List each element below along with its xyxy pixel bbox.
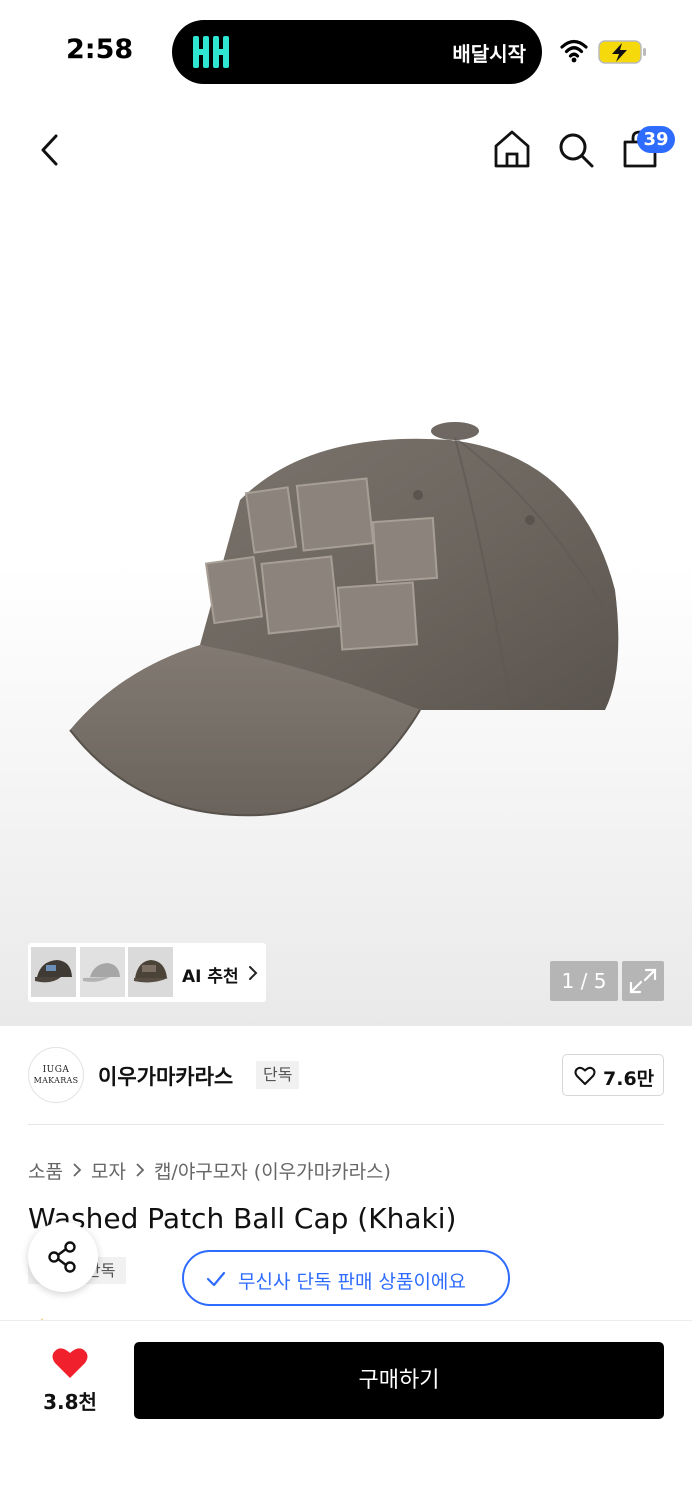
product-title: Washed Patch Ball Cap (Khaki) (28, 1202, 457, 1235)
breadcrumb-item[interactable]: 소품 (28, 1157, 63, 1184)
exclusive-notice[interactable]: 무신사 단독 판매 상품이에요 (182, 1250, 510, 1306)
brand-logo[interactable]: IUGA MAKARAS (28, 1047, 84, 1103)
status-bar: 2:58 배달시작 (0, 0, 692, 100)
check-icon (206, 1271, 226, 1287)
page-indicator: 1 / 5 (550, 961, 618, 1001)
exclusive-notice-text: 무신사 단독 판매 상품이에요 (238, 1271, 466, 1293)
chevron-right-icon (73, 1163, 82, 1177)
like-count: 3.8천 (43, 1390, 97, 1414)
home-icon[interactable] (492, 128, 532, 170)
brand-name[interactable]: 이우가마카라스 (98, 1061, 233, 1091)
expand-button[interactable] (622, 961, 664, 1001)
ai-recommend-label: AI 추천 (182, 967, 239, 987)
cart-count-badge[interactable]: 39 (637, 126, 675, 153)
ai-thumb-3[interactable] (128, 947, 173, 997)
chevron-right-icon (249, 966, 258, 980)
ai-recommend-strip[interactable]: AI 추천 (28, 943, 266, 1002)
ai-thumb-2[interactable] (80, 947, 125, 997)
breadcrumb-item[interactable]: 모자 (91, 1157, 126, 1184)
back-icon[interactable] (34, 130, 66, 170)
brand-logo-line2: MAKARAS (33, 1076, 79, 1085)
heart-filled-icon[interactable] (51, 1346, 89, 1380)
ai-thumb-1[interactable] (31, 947, 76, 997)
island-text: 배달시작 (452, 42, 526, 66)
heart-outline-icon (574, 1066, 596, 1085)
brand-logo-line1: IUGA (42, 1065, 70, 1075)
brand-like-button[interactable]: 7.6만 (562, 1054, 664, 1096)
breadcrumb-item[interactable]: 캡/야구모자 (이우가마카라스) (154, 1157, 391, 1184)
chevron-right-icon (136, 1163, 145, 1177)
battery-charging-icon (598, 40, 646, 64)
baemin-logo-icon (193, 36, 229, 68)
brand-exclusive-tag: 단독 (256, 1061, 300, 1089)
search-icon[interactable] (556, 130, 596, 170)
share-icon (48, 1241, 76, 1273)
divider (28, 1124, 664, 1125)
buy-button[interactable]: 구매하기 (134, 1342, 664, 1419)
expand-icon (629, 968, 657, 994)
product-image[interactable] (60, 410, 640, 830)
wifi-icon (560, 39, 588, 63)
share-button[interactable] (28, 1222, 98, 1292)
brand-like-count: 7.6만 (603, 1068, 655, 1090)
dynamic-island[interactable]: 배달시작 (172, 20, 542, 84)
breadcrumb: 소품 모자 캡/야구모자 (이우가마카라스) (28, 1156, 391, 1184)
status-icons (560, 39, 646, 64)
status-time: 2:58 (66, 34, 134, 65)
